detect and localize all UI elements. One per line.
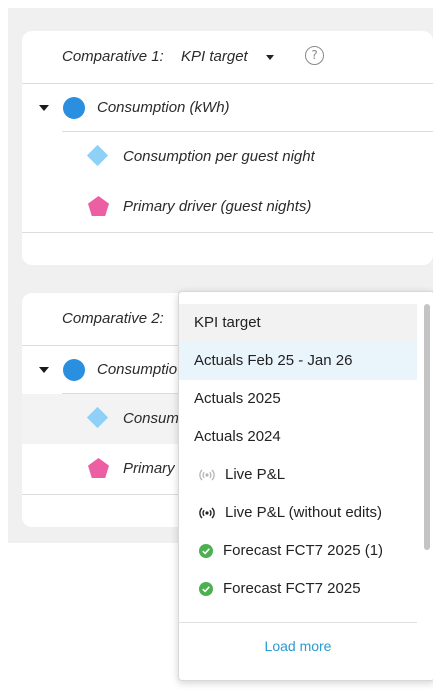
option-forecast-fct7-2025[interactable]: Forecast FCT7 2025 [179, 570, 417, 608]
option-label: Actuals 2024 [194, 428, 281, 445]
row-divider [22, 232, 433, 233]
green-check-icon [199, 544, 213, 558]
option-actuals-2025[interactable]: Actuals 2025 [179, 380, 417, 418]
pentagon-icon [88, 196, 109, 216]
comparative-dropdown-menu[interactable]: KPI target Actuals Feb 25 - Jan 26 Actua… [178, 291, 433, 681]
chevron-down-icon[interactable] [266, 55, 274, 60]
option-forecast-fct7-2025-1[interactable]: Forecast FCT7 2025 (1) [179, 532, 417, 570]
load-more-link[interactable]: Load more [179, 638, 417, 654]
metric-label: Consum [123, 410, 179, 427]
option-label: Forecast FCT7 2025 [223, 580, 361, 597]
pentagon-icon [88, 458, 109, 478]
option-label: KPI target [194, 314, 261, 331]
metric-row-consumption-per-guest-night[interactable]: Consumption per guest night [22, 132, 433, 182]
metric-label: Primary driver (guest nights) [123, 198, 312, 215]
menu-divider [179, 622, 417, 623]
option-actuals-2024[interactable]: Actuals 2024 [179, 418, 417, 456]
metric-label: Consumption per guest night [123, 148, 315, 165]
option-label: Actuals Feb 25 - Jan 26 [194, 352, 353, 369]
comparative-1-header: Comparative 1: KPI target ? [22, 31, 433, 84]
option-actuals-feb25-jan26[interactable]: Actuals Feb 25 - Jan 26 [179, 342, 417, 380]
comparative-1-card: Comparative 1: KPI target ? Consumption … [22, 31, 433, 265]
metric-row-consumption[interactable]: Consumption (kWh) [22, 83, 433, 133]
option-label: Forecast FCT7 2025 (1) [223, 542, 384, 559]
blue-circle-icon [63, 97, 85, 119]
option-kpi-target[interactable]: KPI target [179, 304, 417, 342]
comparative-1-select[interactable]: KPI target [181, 48, 248, 65]
option-label: Live P&L [225, 466, 286, 483]
option-label: Actuals 2025 [194, 390, 281, 407]
metric-label: Consumptio [97, 361, 178, 378]
option-label: Live P&L (without edits) [225, 504, 383, 521]
diamond-icon [86, 406, 109, 429]
green-check-icon [199, 582, 213, 596]
option-live-pl-without-edits[interactable]: Live P&L (without edits) [179, 494, 417, 532]
collapse-toggle-icon[interactable] [39, 367, 49, 373]
live-broadcast-icon [199, 469, 215, 481]
option-live-pl[interactable]: Live P&L [179, 456, 417, 494]
comparative-1-label: Comparative 1: [62, 48, 164, 65]
help-icon[interactable]: ? [305, 46, 324, 65]
metric-row-primary-driver[interactable]: Primary driver (guest nights) [22, 182, 433, 232]
live-broadcast-icon [199, 507, 215, 519]
dropdown-scrollbar[interactable] [424, 304, 430, 550]
comparative-2-label: Comparative 2: [62, 310, 164, 327]
diamond-icon [86, 144, 109, 167]
blue-circle-icon [63, 359, 85, 381]
metric-label: Primary [123, 460, 175, 477]
metric-label: Consumption (kWh) [97, 99, 230, 116]
collapse-toggle-icon[interactable] [39, 105, 49, 111]
